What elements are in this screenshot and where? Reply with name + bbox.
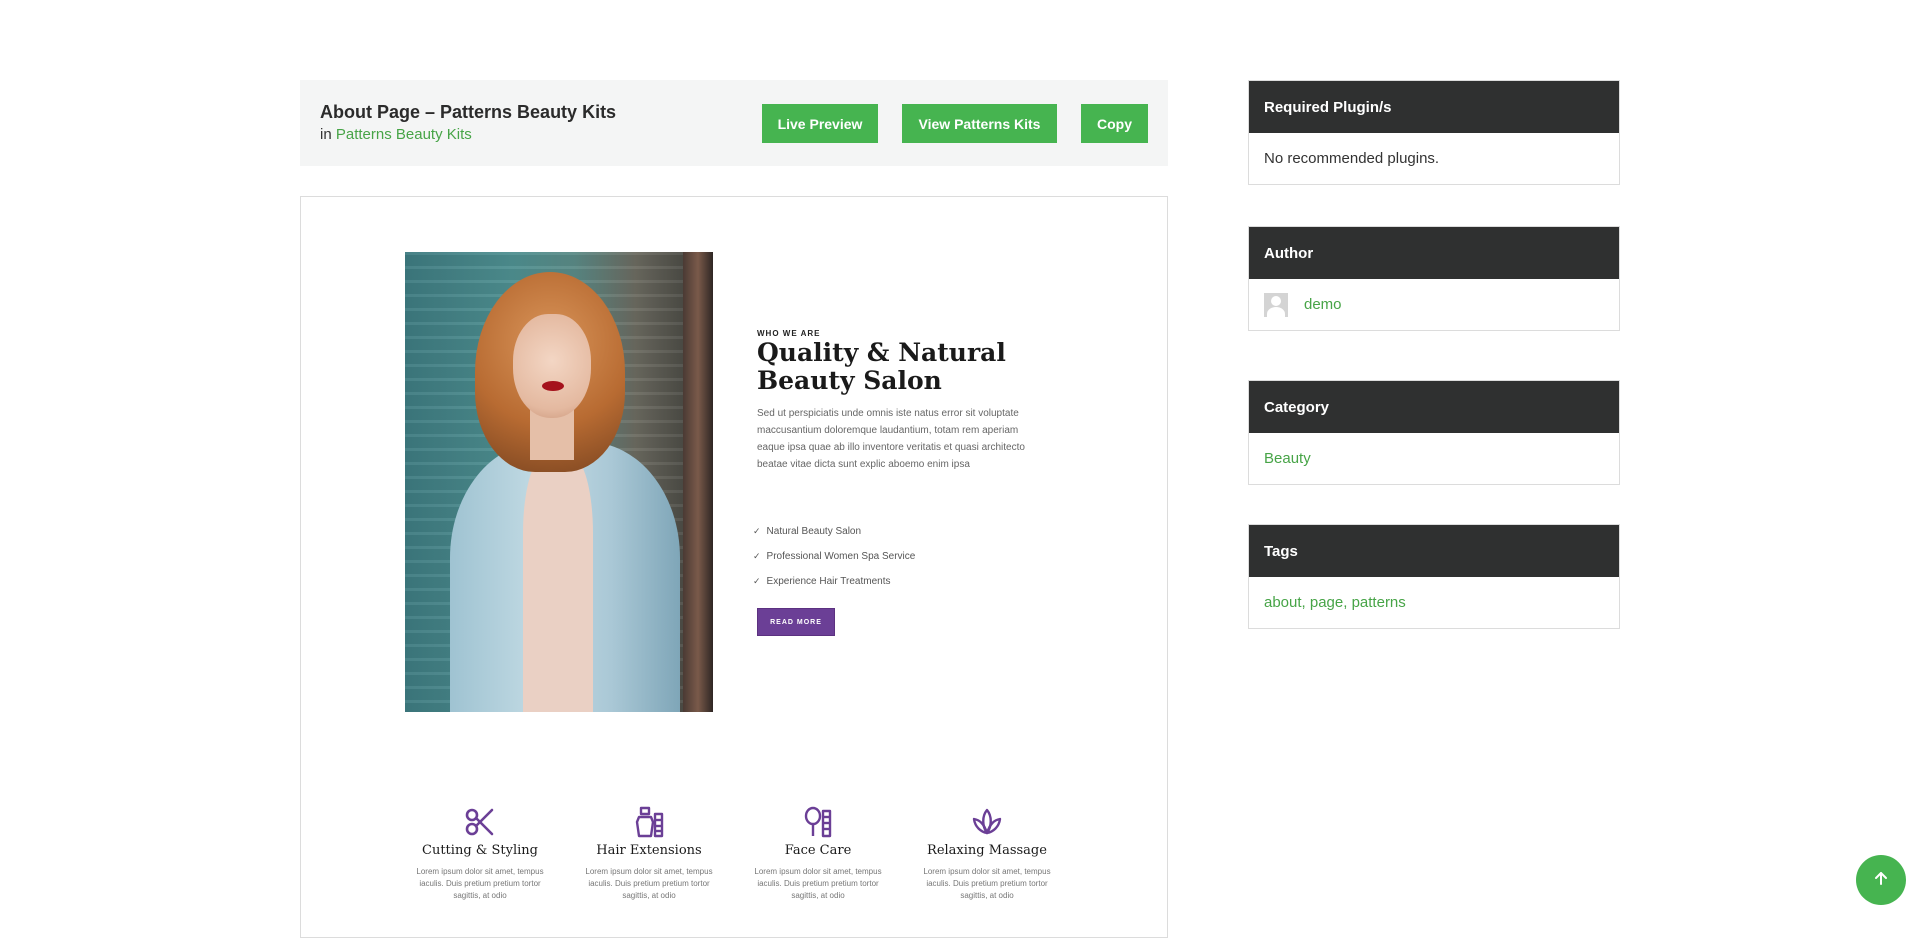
copy-button[interactable]: Copy <box>1081 104 1148 143</box>
preview-headline: Quality & Natural Beauty Salon <box>757 339 1006 395</box>
check-icon: ✓ <box>753 551 761 561</box>
item-header-bar: About Page – Patterns Beauty Kits in Pat… <box>300 80 1168 166</box>
headline-line-2: Beauty Salon <box>757 366 942 395</box>
author-row: demo <box>1249 279 1619 330</box>
preview-paragraph: Sed ut perspiciatis unde omnis iste natu… <box>757 408 1025 470</box>
scissors-icon <box>405 805 555 839</box>
service-title: Relaxing Massage <box>927 843 1047 858</box>
headline-line-1: Quality & Natural <box>757 338 1006 367</box>
category-line: in Patterns Beauty Kits <box>320 126 472 143</box>
service-title: Hair Extensions <box>596 843 702 858</box>
service-card: Cutting & Styling Lorem ipsum dolor sit … <box>405 805 555 902</box>
list-item: ✓ Natural Beauty Salon <box>753 519 915 544</box>
hair-product-icon <box>574 805 724 839</box>
page-title: About Page – Patterns Beauty Kits <box>320 102 617 122</box>
author-link[interactable]: demo <box>1304 296 1342 313</box>
check-icon: ✓ <box>753 526 761 536</box>
read-more-button[interactable]: READ MORE <box>757 608 835 636</box>
service-desc: Lorem ipsum dolor sit amet, tempus iacul… <box>754 867 882 900</box>
service-card: Relaxing Massage Lorem ipsum dolor sit a… <box>912 805 1062 902</box>
live-preview-button[interactable]: Live Preview <box>762 104 878 143</box>
category-link[interactable]: Patterns Beauty Kits <box>336 126 472 143</box>
service-desc: Lorem ipsum dolor sit amet, tempus iacul… <box>585 867 713 900</box>
lotus-icon <box>912 805 1062 839</box>
feature-checklist: ✓ Natural Beauty Salon ✓ Professional Wome… <box>753 519 915 594</box>
widget-heading: Required Plugin/s <box>1249 81 1619 133</box>
widget-heading: Author <box>1249 227 1619 279</box>
tags-widget: Tags about, page, patterns <box>1248 524 1620 629</box>
checklist-label: Experience Hair Treatments <box>766 576 891 587</box>
service-title: Cutting & Styling <box>422 843 538 858</box>
scroll-to-top-button[interactable] <box>1856 855 1906 905</box>
list-item: ✓ Experience Hair Treatments <box>753 569 915 594</box>
services-row: Cutting & Styling Lorem ipsum dolor sit … <box>405 805 1065 925</box>
author-widget: Author demo <box>1248 226 1620 331</box>
service-card: Face Care Lorem ipsum dolor sit amet, te… <box>743 805 893 902</box>
required-plugins-widget: Required Plugin/s No recommended plugins… <box>1248 80 1620 185</box>
model-photo <box>405 252 713 712</box>
in-label: in <box>320 126 332 143</box>
tags-links[interactable]: about, page, patterns <box>1249 577 1619 628</box>
service-card: Hair Extensions Lorem ipsum dolor sit am… <box>574 805 724 902</box>
mirror-comb-icon <box>743 805 893 839</box>
avatar <box>1264 292 1288 317</box>
service-title: Face Care <box>784 843 852 858</box>
widget-heading: Tags <box>1249 525 1619 577</box>
checklist-label: Professional Women Spa Service <box>766 551 916 562</box>
checklist-label: Natural Beauty Salon <box>766 526 862 537</box>
service-desc: Lorem ipsum dolor sit amet, tempus iacul… <box>416 867 544 900</box>
eyebrow-text: WHO WE ARE <box>757 329 821 338</box>
arrow-up-icon <box>1873 870 1889 891</box>
category-widget: Category Beauty <box>1248 380 1620 485</box>
plugins-text: No recommended plugins. <box>1264 150 1440 167</box>
service-desc: Lorem ipsum dolor sit amet, tempus iacul… <box>923 867 1051 900</box>
check-icon: ✓ <box>753 576 761 586</box>
category-value-link[interactable]: Beauty <box>1249 433 1619 484</box>
list-item: ✓ Professional Women Spa Service <box>753 544 915 569</box>
pattern-preview: WHO WE ARE Quality & Natural Beauty Salo… <box>300 196 1168 938</box>
widget-heading: Category <box>1249 381 1619 433</box>
view-patterns-kits-button[interactable]: View Patterns Kits <box>902 104 1057 143</box>
